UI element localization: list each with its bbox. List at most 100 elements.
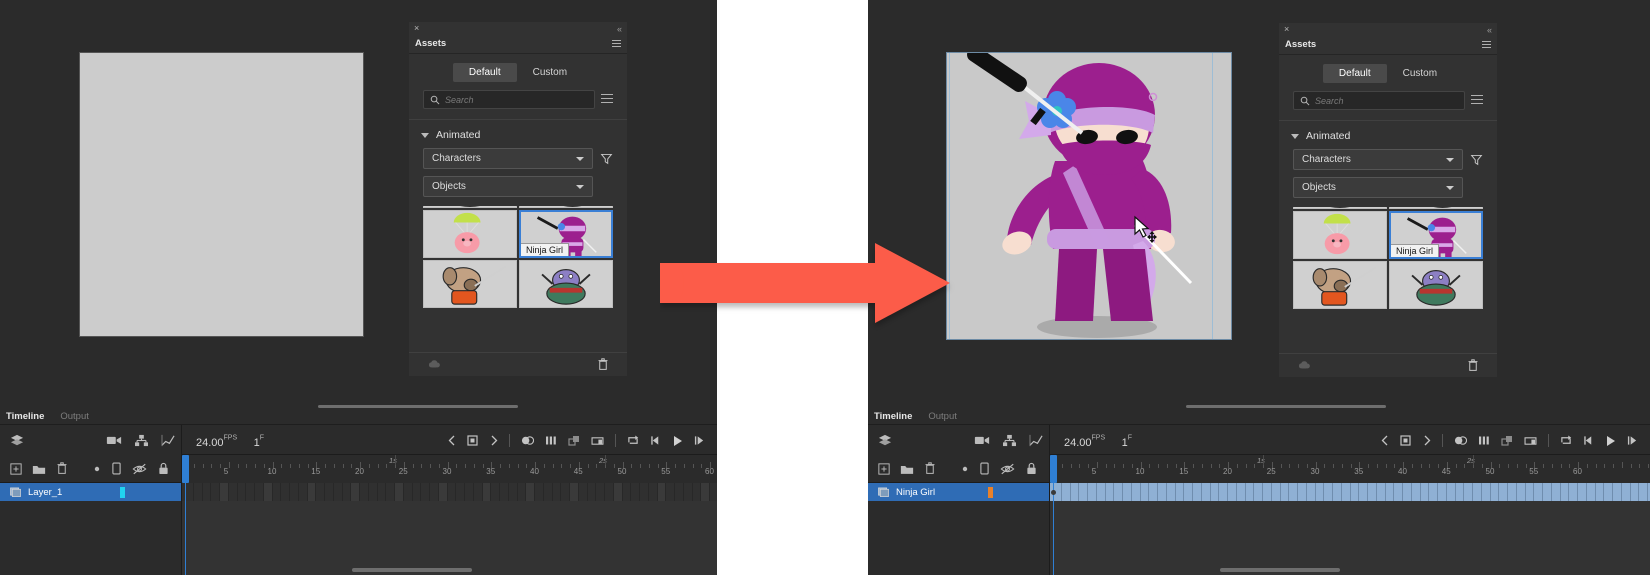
dot-icon[interactable]	[94, 466, 100, 472]
panel-menu-icon[interactable]	[612, 40, 621, 49]
rig-icon[interactable]	[134, 434, 149, 447]
asset-thumb-ninja-girl[interactable]: Ninja Girl	[1389, 211, 1483, 259]
timeline-ruler[interactable]: 5 10 15 20 25 30 35 40 45 50 55 60 1s 2s	[1050, 455, 1650, 483]
frame-cell[interactable]	[1062, 483, 1071, 501]
frame-cell[interactable]	[1464, 483, 1473, 501]
frame-cell[interactable]	[1534, 483, 1543, 501]
playhead[interactable]	[182, 455, 189, 483]
layers-icon[interactable]	[878, 434, 892, 447]
playhead[interactable]	[1050, 455, 1057, 483]
tab-default[interactable]: Default	[452, 63, 517, 82]
frame-cell[interactable]	[1184, 483, 1193, 501]
frame-cell[interactable]	[360, 483, 369, 501]
cloud-download-icon[interactable]	[427, 359, 441, 371]
lock-icon[interactable]	[158, 462, 169, 475]
section-animated[interactable]: Animated	[1279, 121, 1497, 149]
frame-cell[interactable]	[1639, 483, 1648, 501]
frame-cell[interactable]	[535, 483, 544, 501]
tab-timeline[interactable]: Timeline	[874, 411, 912, 422]
step-forward-icon[interactable]	[1627, 435, 1638, 446]
play-icon[interactable]	[672, 435, 683, 447]
frame-cell[interactable]	[1158, 483, 1167, 501]
timeline-layer-row[interactable]: Layer_1	[0, 483, 181, 501]
tab-default[interactable]: Default	[1322, 64, 1387, 83]
tab-output[interactable]: Output	[60, 411, 89, 422]
frame-cell[interactable]	[1237, 483, 1246, 501]
collapse-icon[interactable]: «	[1487, 25, 1492, 35]
tab-output[interactable]: Output	[928, 411, 957, 422]
frame-cell[interactable]	[1114, 483, 1123, 501]
frame-cell[interactable]	[430, 483, 439, 501]
add-layer-icon[interactable]	[10, 462, 22, 475]
frame-cell[interactable]	[307, 483, 317, 501]
frame-cell[interactable]	[386, 483, 395, 501]
collapse-icon[interactable]: «	[617, 24, 622, 34]
eye-off-icon[interactable]	[132, 463, 147, 475]
frame-cell[interactable]	[211, 483, 220, 501]
frame-cell[interactable]	[631, 483, 640, 501]
frame-cell[interactable]	[710, 483, 717, 501]
new-folder-icon[interactable]	[900, 463, 914, 475]
asset-thumb-duck-partial-top-right[interactable]	[1389, 207, 1483, 209]
frame-cell[interactable]	[561, 483, 570, 501]
step-forward-icon[interactable]	[694, 435, 705, 446]
timeline-hscrollbar[interactable]	[1220, 568, 1340, 572]
frame-cell[interactable]	[465, 483, 474, 501]
search-input[interactable]: Search	[1293, 91, 1465, 110]
multiframe-icon[interactable]	[545, 435, 557, 446]
frame-cell[interactable]	[1307, 483, 1316, 501]
step-back-icon[interactable]	[650, 435, 661, 446]
prev-keyframe-icon[interactable]	[1381, 435, 1389, 446]
close-icon[interactable]: ×	[414, 24, 419, 33]
layers-icon[interactable]	[10, 434, 24, 447]
frame-cell[interactable]	[1123, 483, 1132, 501]
frame-cell[interactable]	[1202, 483, 1211, 501]
tab-timeline[interactable]: Timeline	[6, 411, 44, 422]
frame-cell[interactable]	[421, 483, 430, 501]
frame-cell[interactable]	[1132, 483, 1141, 501]
timeline-hscrollbar[interactable]	[352, 568, 472, 572]
frame-cell[interactable]	[1508, 483, 1517, 501]
search-input[interactable]: Search	[423, 90, 595, 109]
frame-cell[interactable]	[666, 483, 675, 501]
asset-thumb-dog-warrior[interactable]	[1293, 261, 1387, 309]
frame-cell[interactable]	[1569, 483, 1578, 501]
asset-thumb-duck-partial-top-right[interactable]	[519, 206, 613, 208]
device-icon[interactable]	[112, 462, 121, 475]
filter-icon[interactable]	[600, 152, 613, 165]
frame-cell[interactable]	[1141, 483, 1150, 501]
timeline-layer-row[interactable]: Ninja Girl	[868, 483, 1049, 501]
asset-thumb-duck-partial-top-left[interactable]	[1293, 207, 1387, 209]
edit-multiframe-icon[interactable]	[568, 435, 580, 446]
onion-skin-icon[interactable]	[521, 435, 534, 446]
trash-icon[interactable]	[597, 358, 609, 371]
frame-cell[interactable]	[613, 483, 623, 501]
frame-cell[interactable]	[1289, 483, 1298, 501]
fps-display[interactable]: 24.00FPS 1F	[1064, 433, 1132, 451]
frame-cell[interactable]	[675, 483, 684, 501]
section-animated[interactable]: Animated	[409, 120, 627, 148]
frame-cell[interactable]	[1149, 483, 1158, 501]
frame-cell[interactable]	[1456, 483, 1465, 501]
delete-layer-icon[interactable]	[924, 462, 936, 475]
asset-thumb-dog-warrior[interactable]	[423, 260, 517, 308]
frame-cell[interactable]	[1412, 483, 1421, 501]
tab-custom[interactable]: Custom	[517, 63, 583, 82]
graph-editor-icon[interactable]	[161, 434, 176, 447]
frame-cell[interactable]	[1491, 483, 1500, 501]
dot-icon[interactable]	[962, 466, 968, 472]
frame-cell[interactable]	[474, 483, 483, 501]
multiframe-icon[interactable]	[1478, 435, 1490, 446]
frame-cell[interactable]	[640, 483, 649, 501]
frame-cell[interactable]	[1246, 483, 1255, 501]
frame-cell[interactable]	[1543, 483, 1552, 501]
frame-cell[interactable]	[1526, 483, 1535, 501]
edit-multiframe-icon[interactable]	[1501, 435, 1513, 446]
list-view-icon[interactable]	[601, 93, 613, 106]
frame-cell[interactable]	[623, 483, 632, 501]
play-icon[interactable]	[1605, 435, 1616, 447]
frame-cell[interactable]	[220, 483, 229, 501]
frame-cell[interactable]	[1631, 483, 1640, 501]
dropdown-characters[interactable]: Characters	[423, 148, 593, 169]
lock-icon[interactable]	[1026, 462, 1037, 475]
